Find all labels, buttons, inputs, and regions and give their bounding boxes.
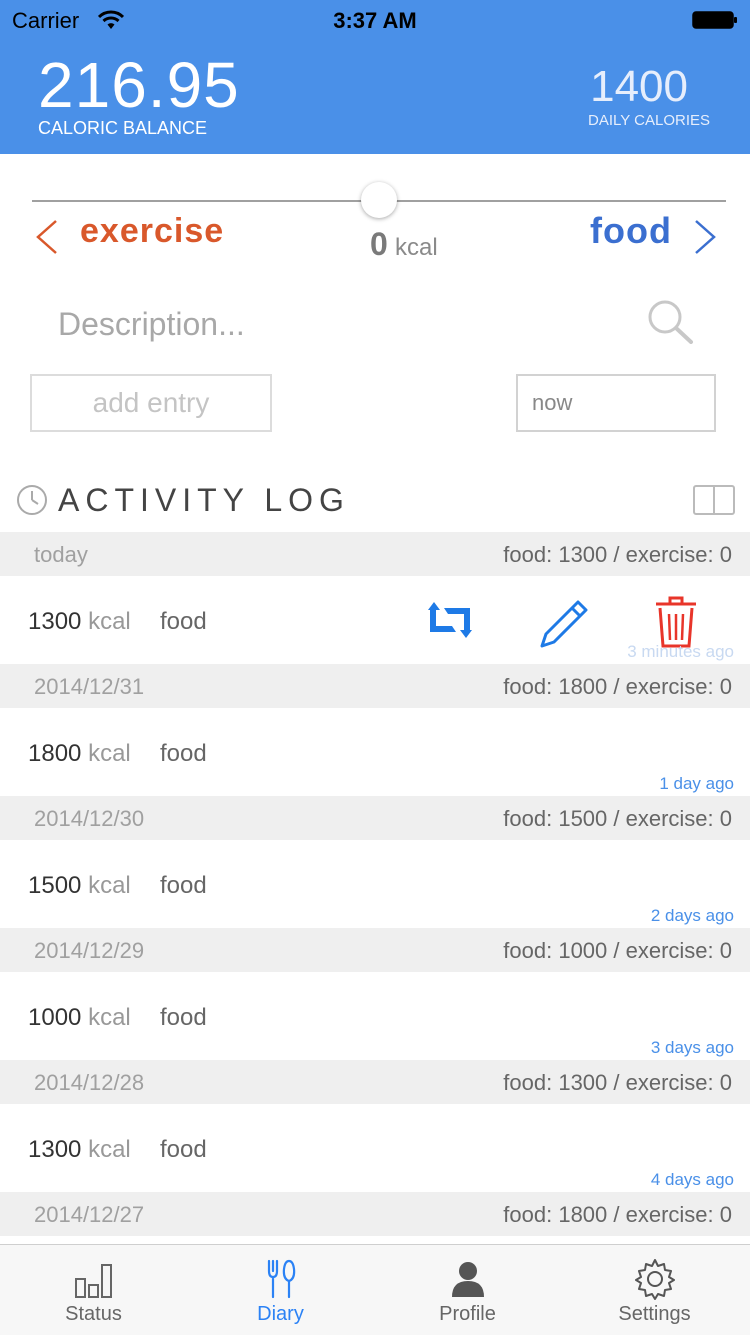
activity-list: today food: 1300 / exercise: 0 1300 kcal… — [0, 532, 750, 1236]
tab-bar: Status Diary Profile Settings — [0, 1244, 750, 1335]
day-summary: food: 1300 / exercise: 0 — [503, 1070, 732, 1095]
daily-calories-label: DAILY CALORIES — [588, 112, 710, 129]
entry-type: food — [160, 740, 207, 767]
entry-kcal-unit: kcal — [88, 1136, 131, 1163]
pencil-icon[interactable] — [536, 596, 592, 652]
day-date: 2014/12/29 — [34, 938, 145, 963]
day-date: 2014/12/30 — [34, 806, 145, 831]
bar-chart-icon — [75, 1264, 112, 1298]
gear-icon — [635, 1259, 675, 1300]
add-entry-button[interactable]: add entry — [30, 374, 272, 432]
tab-profile-label: Profile — [439, 1303, 496, 1325]
caloric-balance-value: 216.95 — [38, 49, 240, 121]
search-icon[interactable] — [645, 298, 695, 344]
food-toggle[interactable]: food — [590, 210, 672, 252]
entry-kcal-unit: kcal — [88, 872, 131, 899]
tab-profile[interactable]: Profile — [374, 1245, 561, 1335]
list-item[interactable]: 1500 kcal food 2 days ago — [0, 840, 750, 928]
entry-type: food — [160, 1004, 207, 1031]
status-time: 3:37 AM — [333, 8, 417, 33]
kcal-unit: kcal — [395, 234, 438, 261]
status-bar: Carrier 3:37 AM — [0, 0, 750, 40]
entry-kcal: 1500 kcal — [28, 872, 131, 900]
entry-time-ago: 2 days ago — [650, 906, 734, 925]
day-summary: food: 1800 / exercise: 0 — [503, 674, 732, 699]
day-header: today food: 1300 / exercise: 0 — [0, 532, 750, 576]
day-header: 2014/12/31 food: 1800 / exercise: 0 — [0, 664, 750, 708]
list-item[interactable]: 1300 kcal food 4 days ago — [0, 1104, 750, 1192]
day-header: 2014/12/30 food: 1500 / exercise: 0 — [0, 796, 750, 840]
entry-kcal: 1000 kcal — [28, 1004, 131, 1032]
entry-kcal-unit: kcal — [88, 740, 131, 767]
day-date: 2014/12/28 — [34, 1070, 145, 1095]
entry-kcal-value: 1300 — [28, 1136, 82, 1163]
list-item[interactable]: 1000 kcal food 3 days ago — [0, 972, 750, 1060]
kcal-value: 0 — [370, 226, 388, 262]
tab-status[interactable]: Status — [0, 1245, 187, 1335]
entry-time-ago: 1 day ago — [659, 774, 734, 793]
tab-diary-label: Diary — [257, 1303, 304, 1325]
chevron-right-icon[interactable] — [688, 218, 722, 256]
entry-kcal-unit: kcal — [88, 1004, 131, 1031]
entry-kcal: 1300 kcal — [28, 608, 131, 636]
list-item[interactable]: 1300 kcal food 3 minutes ago — [0, 576, 750, 664]
day-date: today — [34, 542, 88, 567]
entry-kcal: 1300 kcal — [28, 1136, 131, 1164]
day-header: 2014/12/29 food: 1000 / exercise: 0 — [0, 928, 750, 972]
clock-icon — [17, 485, 47, 515]
time-field[interactable]: now — [516, 374, 716, 432]
entry-kcal-value: 1500 — [28, 872, 82, 899]
day-summary: food: 1300 / exercise: 0 — [503, 542, 732, 567]
fork-knife-icon — [267, 1259, 296, 1299]
battery-icon — [692, 11, 737, 29]
book-icon[interactable] — [692, 484, 736, 516]
entry-time-ago: 3 minutes ago — [627, 642, 734, 661]
day-date: 2014/12/27 — [34, 1202, 145, 1227]
list-item[interactable]: 1800 kcal food 1 day ago — [0, 708, 750, 796]
day-summary: food: 1000 / exercise: 0 — [503, 938, 732, 963]
day-summary: food: 1500 / exercise: 0 — [503, 806, 732, 831]
header: Carrier 3:37 AM 216.95 CALORIC BALANCE 1… — [0, 0, 750, 154]
entry-type: food — [160, 1136, 207, 1163]
entry-kcal-value: 1000 — [28, 1004, 82, 1031]
description-input[interactable] — [56, 300, 620, 348]
calorie-slider-knob[interactable] — [361, 182, 397, 218]
person-icon — [452, 1262, 484, 1297]
entry-time-ago: 4 days ago — [650, 1170, 734, 1189]
exercise-toggle[interactable]: exercise — [80, 212, 224, 251]
entry-type: food — [160, 872, 207, 899]
tab-settings[interactable]: Settings — [561, 1245, 748, 1335]
chevron-left-icon[interactable] — [30, 218, 64, 256]
tab-settings-label: Settings — [618, 1303, 691, 1325]
day-header: 2014/12/28 food: 1300 / exercise: 0 — [0, 1060, 750, 1104]
daily-calories-value[interactable]: 1400 — [590, 62, 688, 112]
entry-type: food — [160, 608, 207, 635]
caloric-balance-label: CALORIC BALANCE — [38, 118, 208, 138]
day-date: 2014/12/31 — [34, 674, 145, 699]
entry-kcal: 1800 kcal — [28, 740, 131, 768]
day-header: 2014/12/27 food: 1800 / exercise: 0 — [0, 1192, 750, 1236]
entry-kcal-unit: kcal — [88, 608, 131, 635]
entry-kcal-value: 1300 — [28, 608, 82, 635]
tab-status-label: Status — [65, 1303, 122, 1325]
entry-kcal-value: 1800 — [28, 740, 82, 767]
tab-diary[interactable]: Diary — [187, 1245, 374, 1335]
day-summary: food: 1800 / exercise: 0 — [503, 1202, 732, 1227]
repeat-icon[interactable] — [422, 598, 478, 642]
entry-time-ago: 3 days ago — [650, 1038, 734, 1057]
activity-log-title: ACTIVITY LOG — [58, 482, 350, 518]
